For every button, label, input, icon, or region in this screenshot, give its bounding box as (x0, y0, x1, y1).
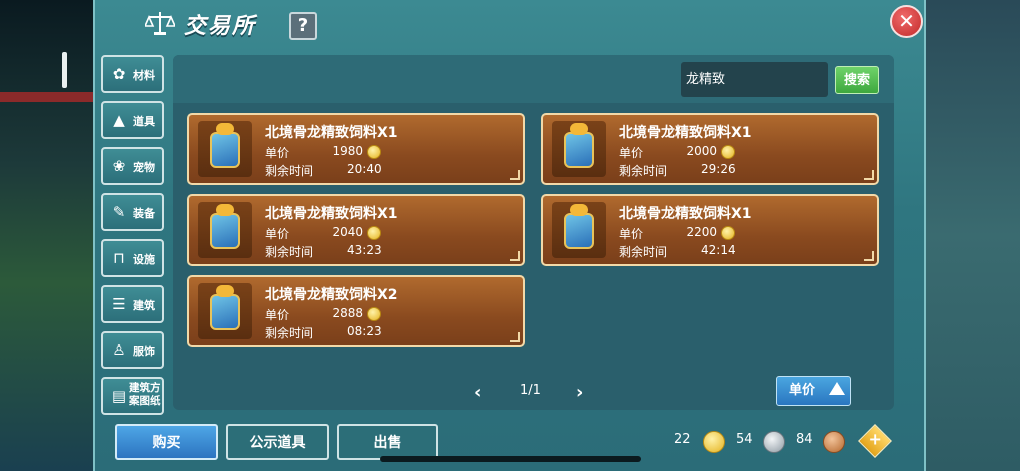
listing-card[interactable]: 北境骨龙精致饲料X2 单价 2888 剩余时间 08:23 (187, 275, 525, 347)
price-label: 单价 (265, 308, 290, 322)
price-value: 1980 (332, 144, 363, 158)
gold-coin-icon (367, 226, 381, 240)
scene-red-roof (0, 92, 95, 102)
gold-coin-icon (367, 307, 381, 321)
listing-card[interactable]: 北境骨龙精致饲料X1 单价 2200 剩余时间 42:14 (541, 194, 879, 266)
price-label: 单价 (265, 227, 290, 241)
corner-mark-icon (510, 251, 520, 261)
gold-coin-icon (721, 226, 735, 240)
search-button[interactable]: 搜索 (835, 66, 879, 94)
tab-sell[interactable]: 出售 (337, 424, 438, 460)
price-label: 单价 (619, 146, 644, 160)
listing-name: 北境骨龙精致饲料X1 (265, 206, 398, 222)
listing-name: 北境骨龙精致饲料X1 (265, 125, 398, 141)
time-value: 42:14 (701, 243, 736, 257)
category-facility-button[interactable]: ⊓ 设施 (101, 239, 164, 277)
time-label: 剩余时间 (265, 164, 314, 178)
tab-public-items[interactable]: 公示道具 (226, 424, 329, 460)
background-scene-right (925, 0, 1020, 471)
time-label: 剩余时间 (619, 245, 668, 259)
sort-by-price-button[interactable]: 单价 (776, 376, 851, 406)
background-scene-left (0, 0, 95, 471)
listing-card[interactable]: 北境骨龙精致饲料X1 单价 1980 剩余时间 20:40 (187, 113, 525, 185)
clothing-icon: ♙ (112, 341, 126, 359)
home-indicator (380, 456, 641, 462)
dragon-feed-bag-icon (552, 121, 606, 177)
corner-mark-icon (510, 170, 520, 180)
listing-card[interactable]: 北境骨龙精致饲料X1 单价 2040 剩余时间 43:23 (187, 194, 525, 266)
category-props-button[interactable]: ▲ 道具 (101, 101, 164, 139)
help-button[interactable]: ? (289, 12, 317, 40)
time-label: 剩余时间 (619, 164, 668, 178)
corner-mark-icon (510, 332, 520, 342)
blueprint-icon: ▤ (111, 387, 127, 405)
pet-paw-icon: ❀ (112, 157, 126, 175)
category-label: 服饰 (133, 345, 155, 358)
price-value: 2000 (686, 144, 717, 158)
price-value: 2888 (332, 306, 363, 320)
listing-card[interactable]: 北境骨龙精致饲料X1 单价 2000 剩余时间 29:26 (541, 113, 879, 185)
page-title: 交易所 (184, 14, 257, 39)
time-value: 29:26 (701, 162, 736, 176)
category-label: 材料 (133, 69, 155, 82)
materials-icon: ✿ (112, 65, 126, 83)
scene-light-pillar (62, 52, 67, 88)
bronze-amount: 84 (796, 432, 813, 447)
category-label: 道具 (133, 115, 155, 128)
dragon-feed-bag-icon (552, 202, 606, 258)
prev-page-button[interactable]: ‹ (474, 382, 481, 403)
category-equipment-button[interactable]: ✎ 装备 (101, 193, 164, 231)
time-value: 20:40 (347, 162, 382, 176)
listing-name: 北境骨龙精致饲料X1 (619, 125, 752, 141)
close-button[interactable]: ✕ (890, 5, 923, 38)
facility-icon: ⊓ (113, 249, 125, 267)
category-pets-button[interactable]: ❀ 宠物 (101, 147, 164, 185)
category-building-button[interactable]: ☰ 建筑 (101, 285, 164, 323)
scales-icon (145, 12, 175, 35)
dragon-feed-bag-icon (198, 121, 252, 177)
silver-amount: 54 (736, 432, 753, 447)
search-input[interactable]: 龙精致 (681, 62, 828, 97)
corner-mark-icon (864, 170, 874, 180)
equipment-icon: ✎ (112, 203, 126, 221)
time-label: 剩余时间 (265, 326, 314, 340)
category-label: 装备 (133, 207, 155, 220)
category-label: 建筑 (133, 299, 155, 312)
price-label: 单价 (619, 227, 644, 241)
dragon-feed-bag-icon (198, 283, 252, 339)
price-label: 单价 (265, 146, 290, 160)
category-label: 宠物 (133, 161, 155, 174)
category-label: 建筑方案图纸 (129, 382, 161, 407)
gold-coin-icon (721, 145, 735, 159)
time-value: 43:23 (347, 243, 382, 257)
corner-mark-icon (864, 251, 874, 261)
category-label: 设施 (133, 253, 155, 266)
sort-label: 单价 (789, 383, 816, 398)
gold-amount: 22 (674, 432, 691, 447)
dragon-feed-bag-icon (198, 202, 252, 258)
bronze-coin-icon (823, 431, 845, 453)
silver-coin-icon (763, 431, 785, 453)
gold-coin-icon (367, 145, 381, 159)
plus-icon: + (868, 429, 882, 449)
category-materials-button[interactable]: ✿ 材料 (101, 55, 164, 93)
listing-name: 北境骨龙精致饲料X1 (619, 206, 752, 222)
gold-coin-icon (703, 431, 725, 453)
tab-buy[interactable]: 购买 (115, 424, 218, 460)
price-value: 2200 (686, 225, 717, 239)
props-icon: ▲ (113, 111, 125, 129)
page-indicator: 1/1 (520, 383, 541, 398)
listing-name: 北境骨龙精致饲料X2 (265, 287, 398, 303)
time-label: 剩余时间 (265, 245, 314, 259)
time-value: 08:23 (347, 324, 382, 338)
category-blueprint-button[interactable]: ▤ 建筑方案图纸 (101, 377, 164, 415)
price-value: 2040 (332, 225, 363, 239)
building-icon: ☰ (112, 295, 126, 313)
next-page-button[interactable]: › (576, 382, 583, 403)
sort-ascending-icon (829, 382, 845, 395)
category-clothing-button[interactable]: ♙ 服饰 (101, 331, 164, 369)
